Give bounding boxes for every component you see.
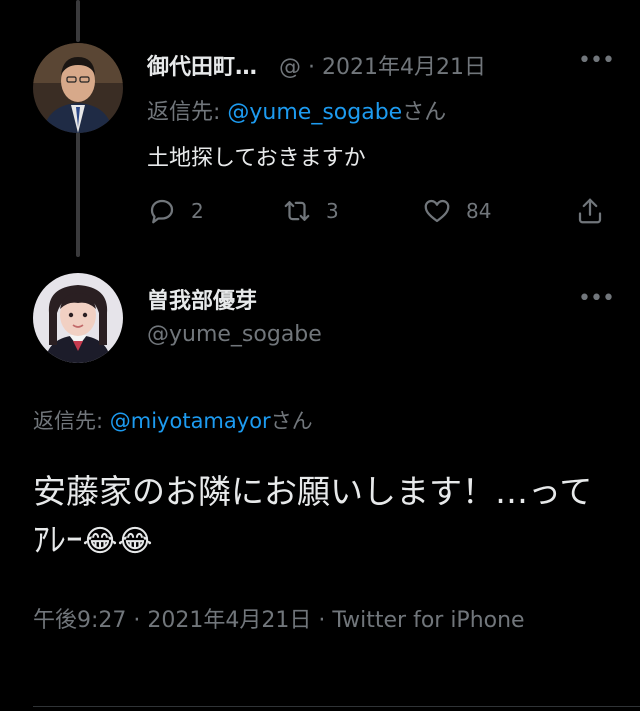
like-button[interactable]: 84 xyxy=(422,196,491,226)
tweet-text: 土地探しておきますか xyxy=(147,146,366,171)
reply-icon xyxy=(150,199,174,224)
reply-suffix: さん xyxy=(270,409,313,433)
tweet-timestamp-source[interactable]: 午後9:27 · 2021年4月21日 · Twitter for iPhone xyxy=(33,602,573,640)
retweet-button[interactable]: 3 xyxy=(282,196,339,226)
like-icon xyxy=(424,199,450,223)
share-icon xyxy=(578,198,602,224)
handle[interactable]: @yume_sogabe xyxy=(147,322,322,347)
avatar[interactable] xyxy=(33,43,123,133)
reply-handle-link[interactable]: @miyotamayor xyxy=(110,409,271,433)
more-icon[interactable]: ••• xyxy=(578,286,615,311)
thread-line-top xyxy=(76,0,80,42)
handle-and-date[interactable]: @ · 2021年4月21日 xyxy=(279,55,486,80)
avatar[interactable] xyxy=(33,273,123,363)
reply-prefix: 返信先: xyxy=(147,100,228,125)
tweet-header: 御代田町… @ · 2021年4月21日 xyxy=(147,49,486,81)
tweet-actions: 2 3 84 xyxy=(147,196,617,236)
like-count: 84 xyxy=(466,199,492,223)
tweet-text-container: 安藤家のお隣にお願いします！…ってｱﾚｰ😂😂 xyxy=(33,468,593,566)
display-name[interactable]: 曽我部優芽 xyxy=(147,283,257,315)
thread-line xyxy=(76,132,80,257)
reply-count: 2 xyxy=(191,199,204,223)
retweet-count: 3 xyxy=(326,199,339,223)
reply-suffix: さん xyxy=(402,100,447,125)
laughing-crying-emoji: 😂😂 xyxy=(82,524,153,559)
reply-to: 返信先: @miyotamayorさん xyxy=(33,405,313,435)
divider xyxy=(33,706,640,707)
display-name[interactable]: 御代田町… xyxy=(147,55,257,80)
reply-to: 返信先: @yume_sogabeさん xyxy=(147,94,446,126)
share-button[interactable] xyxy=(575,196,605,226)
reply-handle-link[interactable]: @yume_sogabe xyxy=(227,100,402,125)
reply-prefix: 返信先: xyxy=(33,409,110,433)
reply-button[interactable]: 2 xyxy=(147,196,204,226)
retweet-icon xyxy=(284,201,310,221)
more-icon[interactable]: ••• xyxy=(578,48,615,73)
